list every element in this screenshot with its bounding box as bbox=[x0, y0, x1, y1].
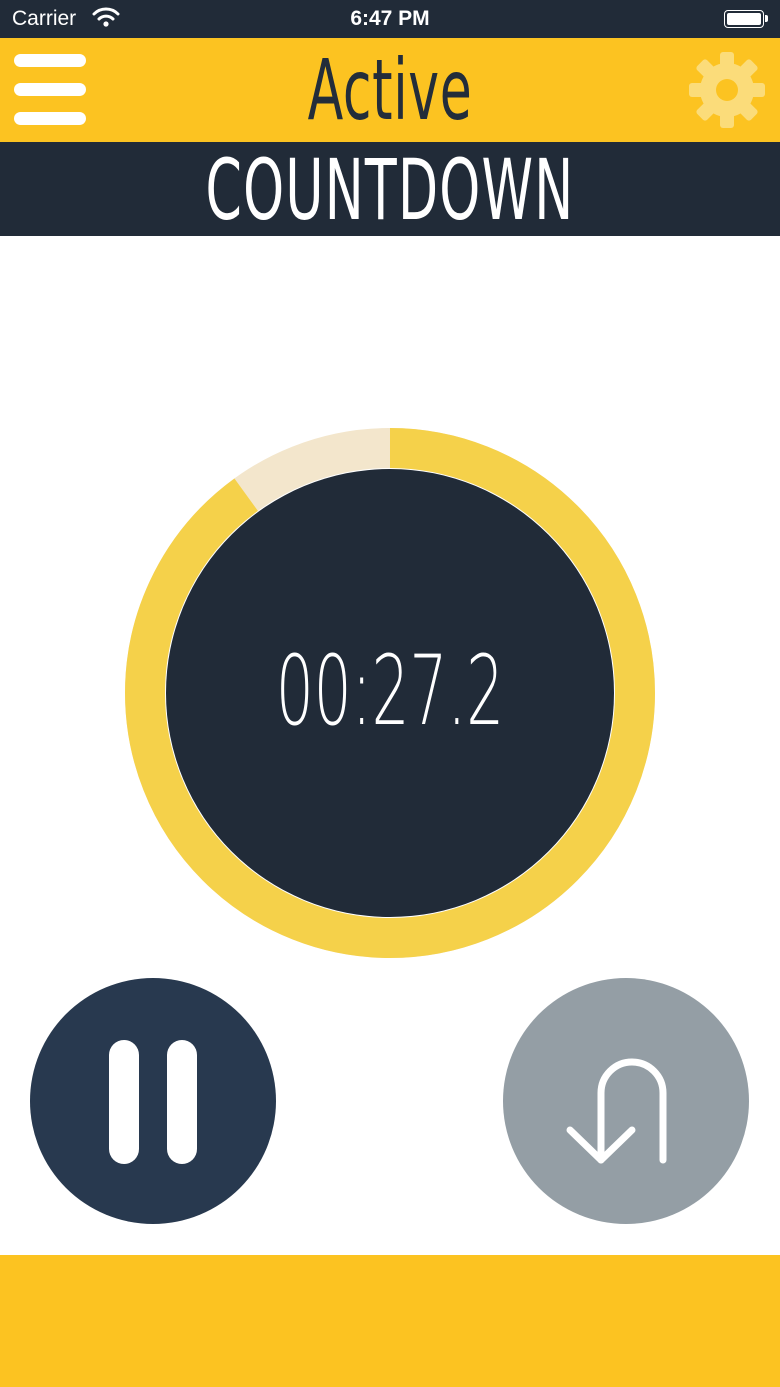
status-bar: Carrier 6:47 PM bbox=[0, 0, 780, 38]
reset-button[interactable] bbox=[503, 978, 749, 1224]
mode-title: COUNTDOWN bbox=[205, 141, 575, 239]
battery-icon bbox=[724, 10, 768, 28]
u-turn-back-icon bbox=[566, 1058, 667, 1164]
timer-display: 00:27.2 bbox=[275, 635, 505, 747]
mode-banner: COUNTDOWN bbox=[0, 142, 780, 236]
pause-button[interactable] bbox=[30, 978, 276, 1224]
app-header: Active bbox=[0, 38, 780, 142]
page-title: Active bbox=[307, 41, 473, 139]
status-time: 6:47 PM bbox=[350, 7, 430, 30]
hamburger-menu-icon[interactable] bbox=[14, 54, 86, 126]
gear-icon[interactable] bbox=[687, 50, 767, 130]
footer-bar bbox=[0, 1255, 780, 1387]
